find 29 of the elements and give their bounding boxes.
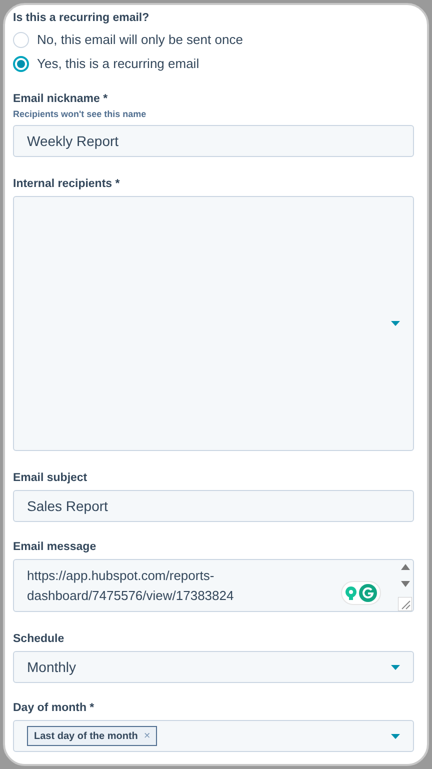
field-label: Is this a recurring email? (13, 11, 150, 25)
day-of-month-select[interactable]: Last day of the month × (13, 720, 414, 752)
caret-icon (391, 664, 400, 670)
message-field[interactable]: https://app.hubspot.com/reports-dashboard/7475576/view/17383824 (13, 559, 414, 612)
resize-handle-icon[interactable] (398, 597, 412, 611)
field-hint: Recipients won't see this name (13, 109, 148, 120)
scroll-up-icon[interactable] (400, 564, 410, 570)
field-label: Day of month * (13, 701, 96, 715)
lightbulb-icon (345, 586, 357, 600)
field-label: Internal recipients * (13, 177, 121, 191)
nickname-field[interactable]: Weekly Report (13, 125, 414, 157)
g-logo-icon (359, 584, 377, 602)
radio-option[interactable]: No, this email will only be sent once (13, 30, 419, 50)
assistant-badge[interactable] (341, 581, 381, 605)
field-label: Email subject (13, 471, 88, 485)
tag: Last day of the month × (27, 726, 158, 746)
field-label: Email message (13, 540, 98, 554)
scroll-down-icon[interactable] (400, 580, 410, 586)
field-label: Email nickname * (13, 92, 109, 106)
radio-button[interactable] (13, 56, 29, 72)
caret-icon (391, 321, 400, 326)
caret-icon (391, 734, 400, 738)
select-value: Monthly (27, 658, 76, 677)
subject-field[interactable]: Sales Report (13, 490, 414, 522)
radio-option[interactable]: Yes, this is a recurring email (13, 54, 419, 74)
schedule-select[interactable]: Monthly (13, 651, 414, 683)
field-label: Schedule (13, 632, 66, 646)
radio-button[interactable] (13, 32, 29, 48)
message-text: https://app.hubspot.com/reports-dashboard/7475576/view/17383824 (26, 567, 235, 605)
